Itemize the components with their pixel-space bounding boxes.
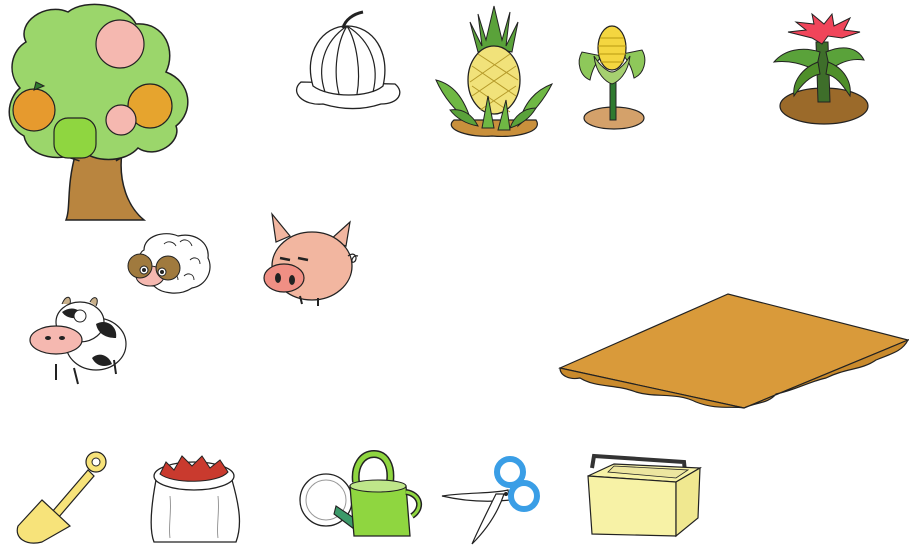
pig-icon[interactable]: [260, 210, 362, 306]
watering-can-icon[interactable]: [298, 449, 426, 544]
sheep-icon[interactable]: [124, 230, 214, 300]
cow-icon[interactable]: [26, 294, 130, 388]
pumpkin-outline-icon[interactable]: [293, 10, 403, 110]
basket-icon[interactable]: [584, 453, 704, 542]
scissors-icon[interactable]: [438, 456, 544, 548]
pineapple-plant-icon[interactable]: [432, 0, 554, 140]
red-flower-plant-icon[interactable]: [772, 12, 869, 128]
fruit-tree-icon[interactable]: [6, 2, 198, 234]
soil-plot-icon[interactable]: [556, 290, 909, 426]
shovel-icon[interactable]: [12, 446, 112, 546]
seed-bag-icon[interactable]: [148, 452, 244, 546]
corn-plant-icon[interactable]: [576, 25, 648, 132]
farm-game-board: [0, 0, 909, 546]
